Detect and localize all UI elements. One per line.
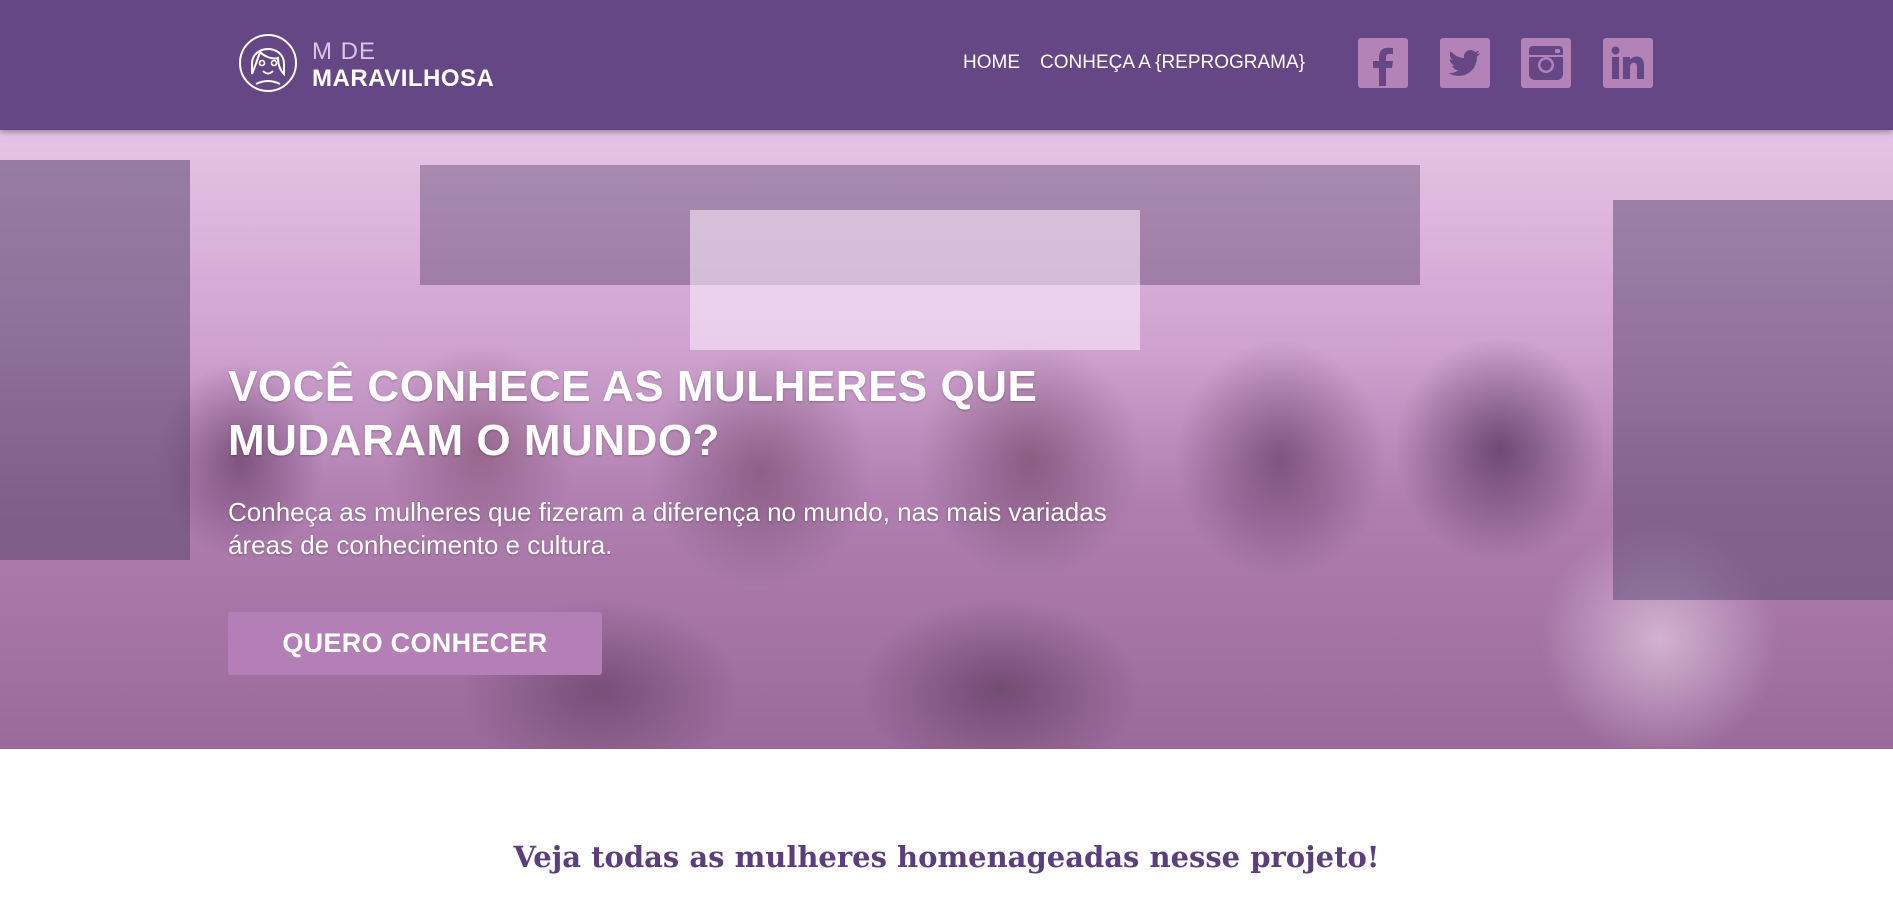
hero-subtitle: Conheça as mulheres que fizeram a difere… bbox=[228, 497, 1107, 560]
section-title: Veja todas as mulheres homenageadas ness… bbox=[513, 840, 1380, 874]
logo-text: M DE MARAVILHOSA bbox=[312, 36, 494, 91]
woman-face-icon bbox=[239, 34, 297, 92]
site-header: M DE MARAVILHOSA HOME CONHEÇA A {REPROGR… bbox=[0, 0, 1893, 130]
twitter-icon bbox=[1448, 50, 1480, 76]
site-logo[interactable]: M DE MARAVILHOSA bbox=[238, 30, 494, 96]
facebook-link[interactable] bbox=[1358, 38, 1408, 88]
logo-text-top: M DE bbox=[312, 37, 376, 65]
linkedin-link[interactable] bbox=[1603, 38, 1653, 88]
instagram-icon bbox=[1529, 46, 1563, 80]
hero-banner: VOCÊ CONHECE AS MULHERES QUE MUDARAM O M… bbox=[0, 130, 1893, 749]
twitter-link[interactable] bbox=[1440, 38, 1490, 88]
nav-reprograma-link[interactable]: CONHEÇA A {REPROGRAMA} bbox=[1040, 52, 1305, 74]
hero-photo-background bbox=[0, 160, 190, 560]
hero-photo-background-right bbox=[1613, 200, 1893, 600]
hero-photo-screen bbox=[690, 210, 1140, 350]
linkedin-icon bbox=[1611, 46, 1644, 79]
instagram-link[interactable] bbox=[1521, 38, 1571, 88]
hero-title: VOCÊ CONHECE AS MULHERES QUE MUDARAM O M… bbox=[228, 362, 1038, 465]
hero-content: VOCÊ CONHECE AS MULHERES QUE MUDARAM O M… bbox=[228, 360, 1188, 562]
logo-text-bottom: MARAVILHOSA bbox=[312, 64, 495, 92]
facebook-icon bbox=[1373, 47, 1393, 86]
quero-conhecer-button[interactable]: QUERO CONHECER bbox=[228, 612, 602, 675]
nav-home-link[interactable]: HOME bbox=[963, 52, 1020, 74]
